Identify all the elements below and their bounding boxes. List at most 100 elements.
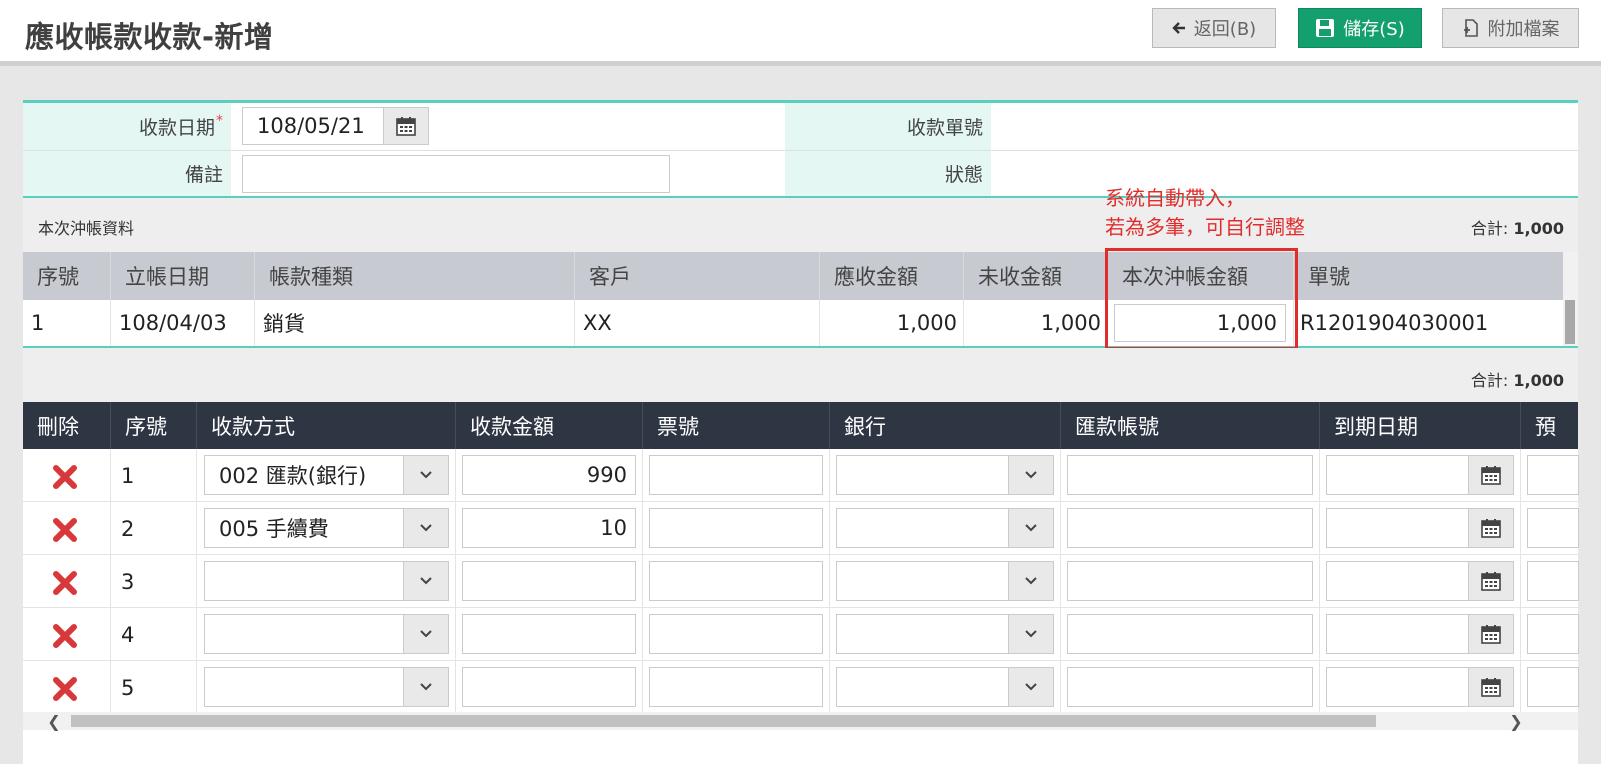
dropdown-toggle[interactable]	[1008, 562, 1053, 600]
delete-row-button[interactable]	[51, 516, 79, 544]
cell-unreceived: 1,000	[963, 300, 1107, 346]
payment-method-value: 005 手續費	[219, 517, 329, 541]
payment-method-select[interactable]: 005 手續費	[204, 508, 449, 548]
date-picker-button[interactable]	[1468, 615, 1513, 653]
amount-input[interactable]: 10	[462, 508, 636, 548]
date-picker-button[interactable]	[1468, 562, 1513, 600]
offset-table-scrollbar[interactable]	[1563, 252, 1578, 346]
amount-input[interactable]	[462, 614, 636, 654]
scroll-right-icon[interactable]: ❯	[1507, 712, 1525, 731]
dropdown-toggle[interactable]	[403, 668, 448, 706]
note-input[interactable]	[242, 155, 670, 193]
dropdown-toggle[interactable]	[1008, 615, 1053, 653]
delete-row-button[interactable]	[51, 675, 79, 703]
scrollbar-thumb[interactable]	[71, 715, 1376, 727]
bank-select[interactable]	[836, 455, 1054, 495]
cell-seq: 2	[110, 502, 196, 555]
extra-input[interactable]	[1527, 455, 1579, 495]
dropdown-toggle[interactable]	[1008, 456, 1053, 494]
ticket-no-input[interactable]	[649, 561, 823, 601]
account-input[interactable]	[1067, 455, 1313, 495]
required-mark: *	[216, 112, 223, 129]
ticket-no-input[interactable]	[649, 667, 823, 707]
dropdown-toggle[interactable]	[403, 456, 448, 494]
cell-due-date	[1319, 608, 1520, 661]
cell-ticket-no	[642, 661, 829, 714]
account-input[interactable]	[1067, 667, 1313, 707]
col-header-account: 匯款帳號	[1060, 402, 1319, 449]
extra-input[interactable]	[1527, 667, 1579, 707]
payment-method-select[interactable]: 002 匯款(銀行)	[204, 455, 449, 495]
offset-total: 合計: 1,000	[1471, 215, 1564, 239]
back-button[interactable]: 返回(B)	[1152, 8, 1276, 48]
cell-bank	[829, 608, 1060, 661]
calendar-icon	[1481, 466, 1501, 485]
bank-select[interactable]	[836, 561, 1054, 601]
date-input[interactable]: 108/05/21	[242, 107, 384, 145]
dropdown-toggle[interactable]	[1008, 509, 1053, 547]
calendar-icon	[1481, 625, 1501, 644]
col-header-unreceived: 未收金額	[963, 252, 1107, 300]
offset-total-value: 1,000	[1513, 219, 1564, 238]
payment-method-select[interactable]	[204, 614, 449, 654]
cell-more	[1520, 449, 1579, 502]
note-label-cell: 備註	[23, 151, 231, 196]
due-date-input[interactable]	[1326, 508, 1514, 548]
date-picker-button[interactable]	[383, 107, 429, 145]
annotation-note: 系統自動帶入， 若為多筆，可自行調整	[1105, 184, 1305, 242]
scroll-left-icon[interactable]: ❮	[45, 712, 63, 731]
due-date-input[interactable]	[1326, 614, 1514, 654]
date-label-cell: 收款日期 *	[23, 103, 231, 150]
date-picker-button[interactable]	[1468, 456, 1513, 494]
chevron-down-icon	[420, 471, 432, 479]
ticket-no-input[interactable]	[649, 614, 823, 654]
attach-file-icon	[1463, 19, 1478, 37]
delete-row-button[interactable]	[51, 569, 79, 597]
payment-method-value: 002 匯款(銀行)	[219, 464, 367, 488]
cell-delete	[23, 449, 110, 502]
ticket-no-input[interactable]	[649, 455, 823, 495]
due-date-input[interactable]	[1326, 455, 1514, 495]
delete-row-button[interactable]	[51, 463, 79, 491]
dropdown-toggle[interactable]	[1008, 668, 1053, 706]
account-input[interactable]	[1067, 508, 1313, 548]
cell-method	[196, 608, 455, 661]
cell-bank	[829, 555, 1060, 608]
bank-select[interactable]	[836, 614, 1054, 654]
date-picker-button[interactable]	[1468, 509, 1513, 547]
extra-input[interactable]	[1527, 508, 1579, 548]
calendar-icon	[1481, 678, 1501, 697]
attach-file-label: 附加檔案	[1487, 19, 1560, 40]
dropdown-toggle[interactable]	[403, 509, 448, 547]
save-button[interactable]: 儲存(S)	[1298, 8, 1422, 48]
cell-seq: 1	[31, 311, 45, 335]
bank-select[interactable]	[836, 667, 1054, 707]
account-input[interactable]	[1067, 614, 1313, 654]
ticket-no-input[interactable]	[649, 508, 823, 548]
delete-row-button[interactable]	[51, 622, 79, 650]
date-input-value: 108/05/21	[257, 114, 365, 138]
amount-input[interactable]	[462, 667, 636, 707]
offset-total-label: 合計:	[1470, 219, 1509, 238]
cell-due-date	[1319, 661, 1520, 714]
attach-file-button[interactable]: 附加檔案	[1442, 8, 1579, 48]
bank-select[interactable]	[836, 508, 1054, 548]
dropdown-toggle[interactable]	[403, 562, 448, 600]
delete-x-icon	[53, 571, 77, 595]
date-picker-button[interactable]	[1468, 668, 1513, 706]
scrollbar-thumb[interactable]	[1565, 300, 1575, 344]
horizontal-scrollbar[interactable]: ❮ ❯	[23, 712, 1578, 731]
date-label: 收款日期	[138, 117, 215, 139]
extra-input[interactable]	[1527, 614, 1579, 654]
row-seq: 2	[121, 516, 135, 541]
cell-amount: 10	[455, 502, 642, 555]
payment-method-select[interactable]	[204, 667, 449, 707]
due-date-input[interactable]	[1326, 561, 1514, 601]
dropdown-toggle[interactable]	[403, 615, 448, 653]
account-input[interactable]	[1067, 561, 1313, 601]
amount-input[interactable]: 990	[462, 455, 636, 495]
due-date-input[interactable]	[1326, 667, 1514, 707]
amount-input[interactable]	[462, 561, 636, 601]
payment-method-select[interactable]	[204, 561, 449, 601]
extra-input[interactable]	[1527, 561, 1579, 601]
